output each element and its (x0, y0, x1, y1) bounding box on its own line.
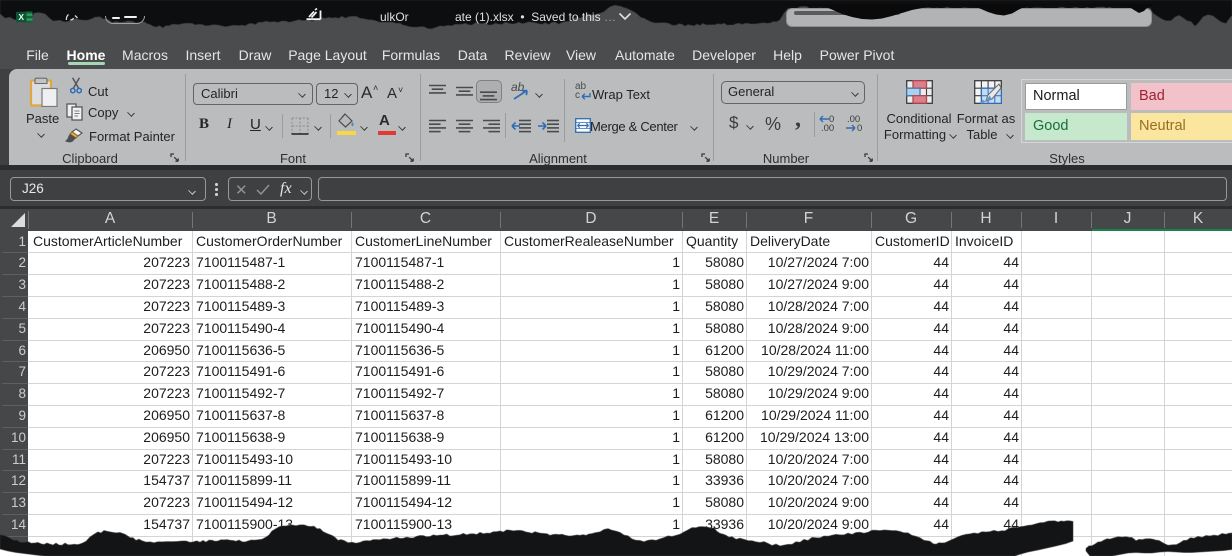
svg-text:X: X (18, 12, 24, 22)
